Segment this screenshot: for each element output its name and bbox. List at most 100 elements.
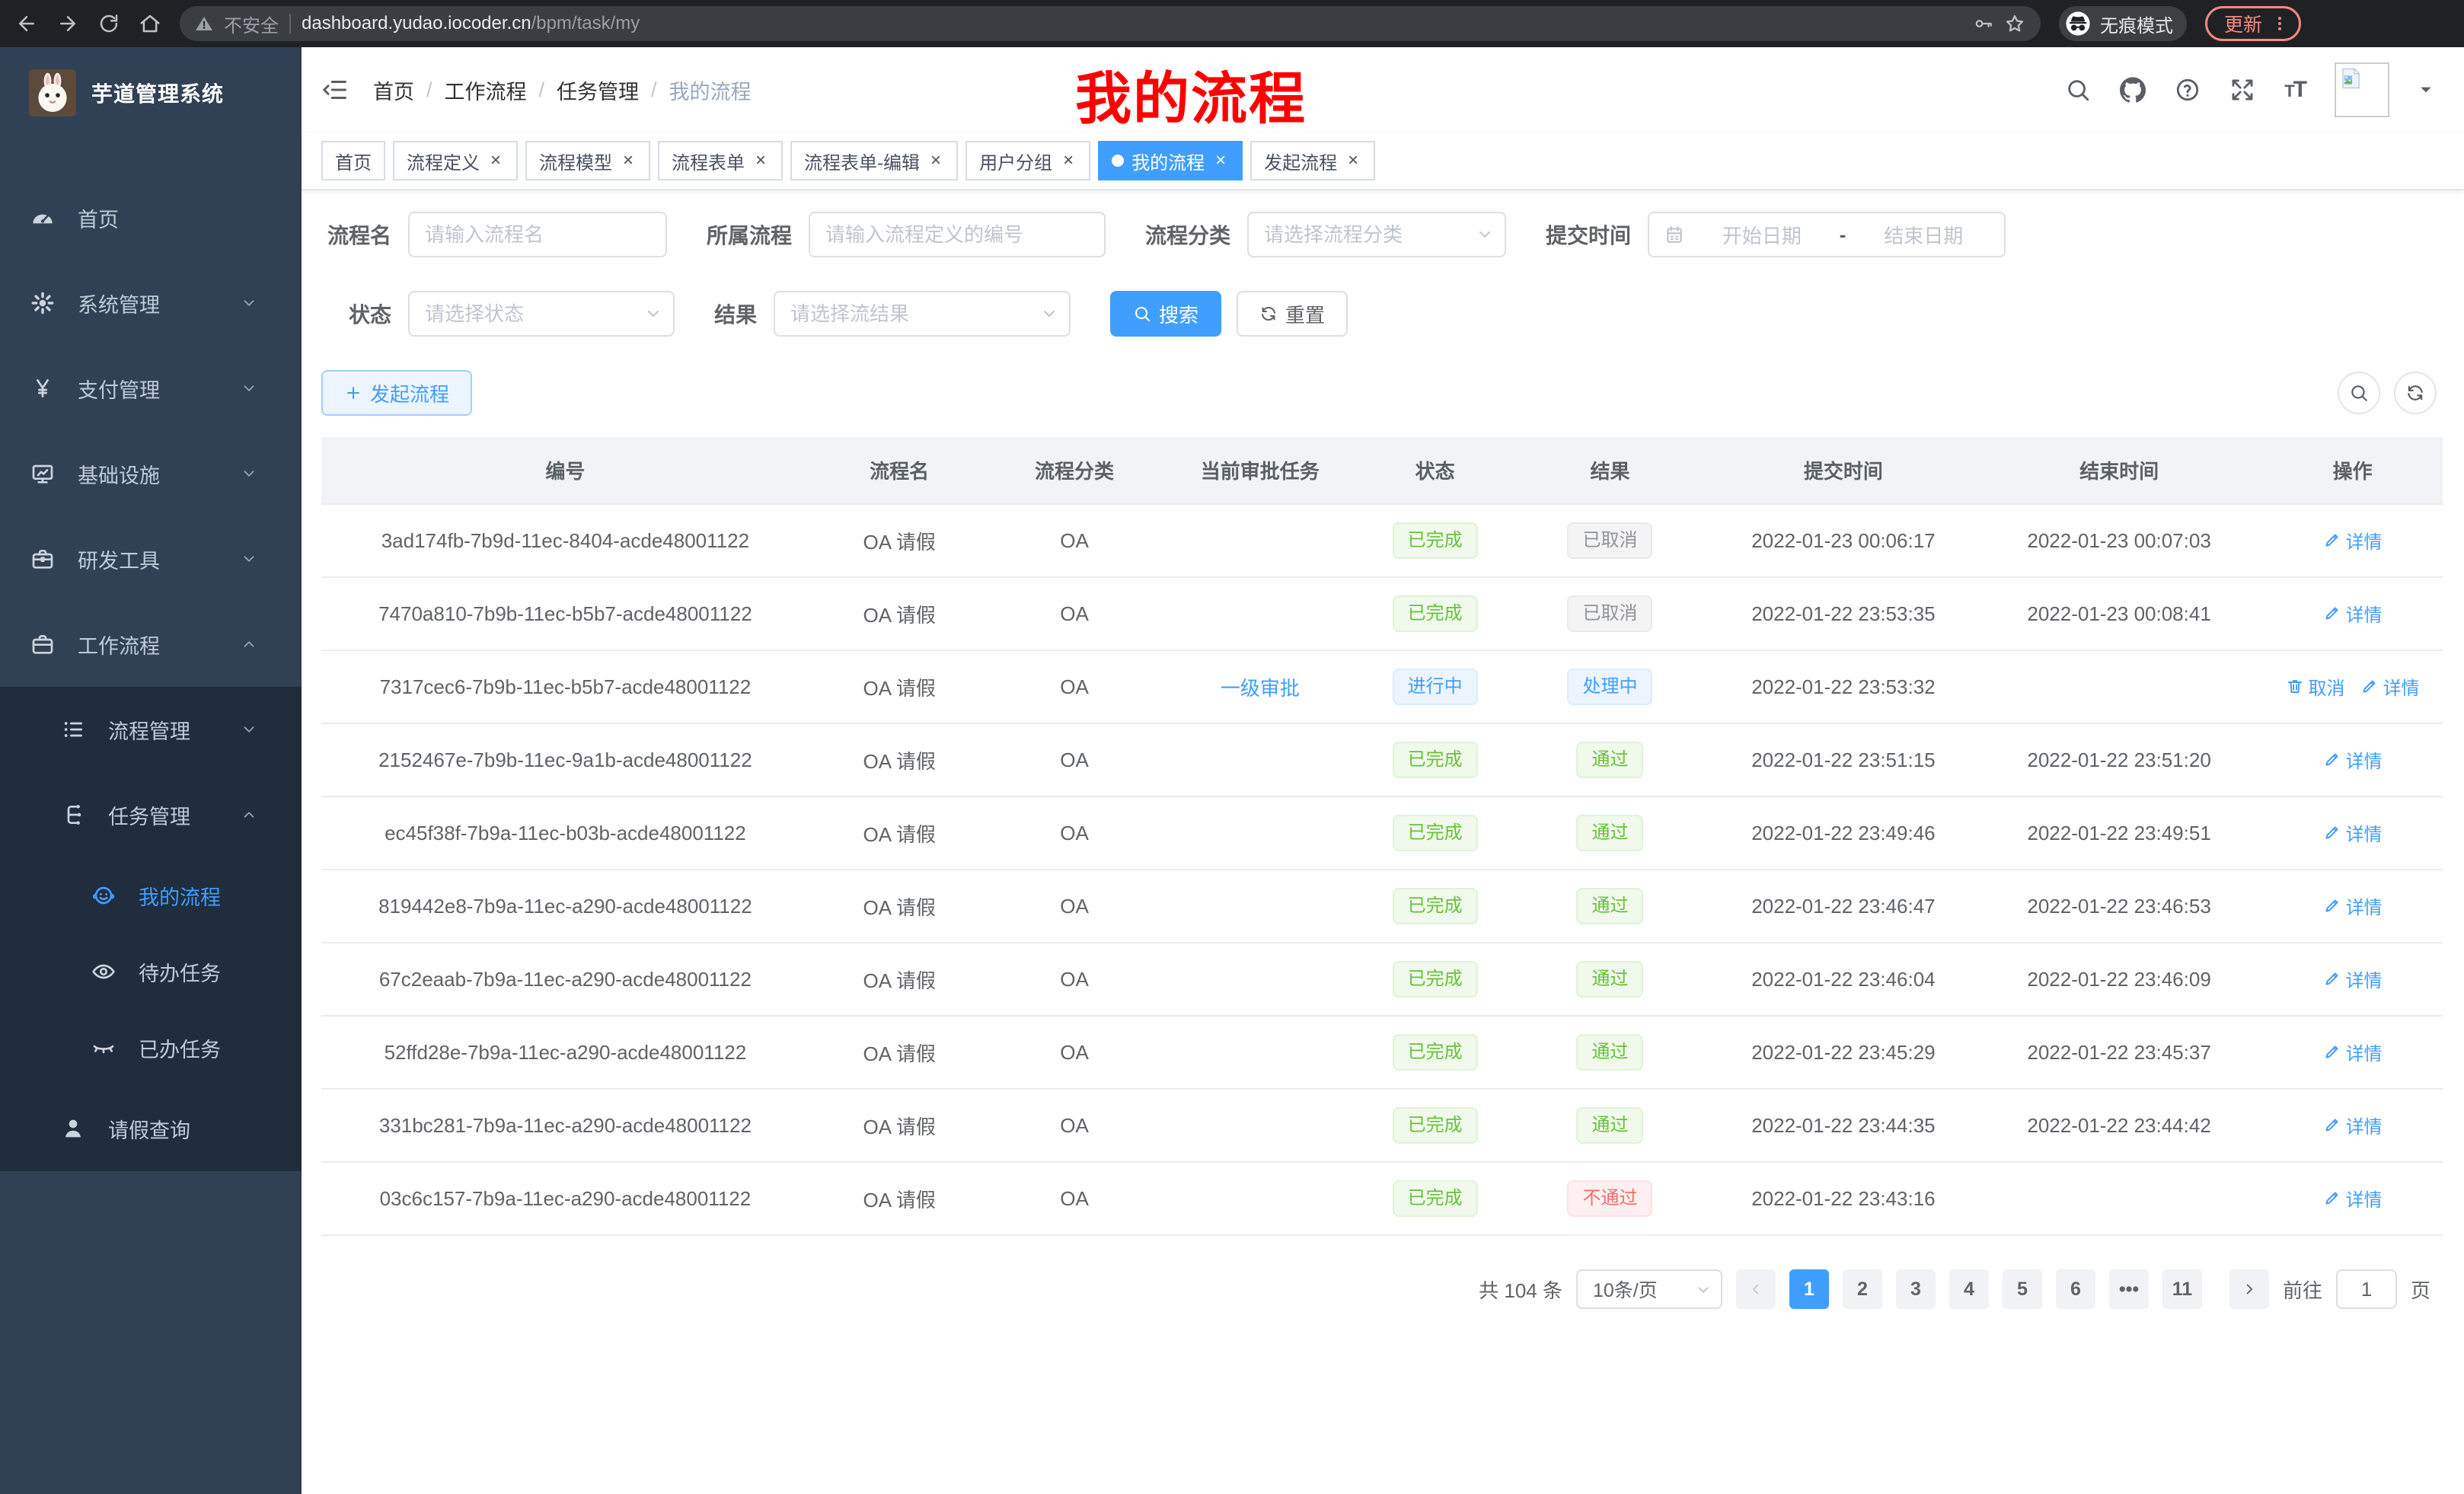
table-row-6: 819442e8-7b9a-11ec-a290-acde48001122OA 请… [321, 870, 2443, 943]
avatar-caret-icon[interactable] [2418, 82, 2434, 97]
status-select[interactable] [408, 291, 675, 337]
table-row-8: 52ffd28e-7b9a-11ec-a290-acde48001122OA 请… [321, 1016, 2443, 1089]
bookmark-star-icon[interactable] [2004, 13, 2025, 34]
sidebar-item-5[interactable]: 研发工具 [0, 516, 302, 602]
process-name-input[interactable] [408, 212, 667, 257]
detail-action-link[interactable]: 详情 [2323, 1112, 2383, 1138]
sidebar-item-1[interactable]: 首页 [0, 175, 302, 260]
sidebar-item-12[interactable]: 请假查询 [0, 1086, 302, 1171]
breadcrumb: 首页/工作流程/任务管理/我的流程 [373, 75, 752, 105]
cell-result: 已取消 [1509, 504, 1711, 577]
show-search-button[interactable] [2338, 372, 2380, 414]
reload-icon[interactable] [97, 12, 120, 35]
tab-close-icon[interactable]: × [1212, 150, 1229, 171]
create-process-button[interactable]: 发起流程 [321, 370, 472, 416]
tab-8[interactable]: 发起流程× [1250, 141, 1375, 180]
tab-2[interactable]: 流程定义× [393, 141, 518, 180]
breadcrumb-item-3[interactable]: 任务管理 [557, 75, 639, 105]
breadcrumb-item-2[interactable]: 工作流程 [445, 75, 527, 105]
process-def-input[interactable] [809, 212, 1106, 257]
sidebar-item-6[interactable]: 工作流程 [0, 602, 302, 687]
goto-page-input[interactable] [2336, 1269, 2397, 1309]
cell-submit-time: 2022-01-22 23:46:04 [1711, 943, 1976, 1016]
back-icon[interactable] [15, 12, 38, 35]
reset-button[interactable]: 重置 [1237, 291, 1348, 337]
avatar[interactable] [2335, 62, 2389, 117]
breadcrumb-item-1[interactable]: 首页 [373, 75, 414, 105]
tab-3[interactable]: 流程模型× [525, 141, 650, 180]
detail-action-link[interactable]: 详情 [2323, 966, 2383, 992]
sidebar-item-10[interactable]: 待办任务 [0, 934, 302, 1010]
home-icon[interactable] [139, 12, 161, 35]
cancel-action-link[interactable]: 取消 [2286, 673, 2345, 700]
detail-action-link[interactable]: 详情 [2323, 527, 2383, 554]
detail-action-link[interactable]: 详情 [2323, 746, 2383, 773]
pencil-icon [2323, 1116, 2341, 1134]
search-button[interactable]: 搜索 [1110, 291, 1221, 337]
gear-icon [30, 291, 55, 315]
sidebar-item-9[interactable]: 我的流程 [0, 857, 302, 934]
address-bar[interactable]: 不安全 dashboard.yudao.iocoder.cn/bpm/task/… [180, 6, 2041, 41]
cell-end-time: 2022-01-23 00:07:03 [1976, 504, 2262, 577]
prev-page-button[interactable] [1736, 1269, 1776, 1309]
tab-close-icon[interactable]: × [1060, 150, 1077, 171]
detail-action-link[interactable]: 详情 [2323, 892, 2383, 919]
result-select[interactable] [774, 291, 1071, 337]
page-button-1[interactable]: 1 [1789, 1269, 1829, 1309]
breadcrumb-separator: / [426, 78, 432, 102]
detail-action-link[interactable]: 详情 [2323, 819, 2383, 846]
tab-close-icon[interactable]: × [620, 150, 637, 171]
cell-actions: 详情 [2262, 870, 2443, 943]
url-path: /bpm/task/my [531, 13, 640, 34]
category-select[interactable] [1247, 212, 1506, 257]
font-size-icon[interactable]: TT [2284, 77, 2306, 103]
tab-close-icon[interactable]: × [487, 150, 504, 171]
tab-6[interactable]: 用户分组× [965, 141, 1090, 180]
sidebar-item-8[interactable]: 任务管理 [0, 772, 302, 857]
sidebar-collapse-icon[interactable] [321, 76, 349, 104]
detail-action-link[interactable]: 详情 [2360, 673, 2420, 700]
app-logo[interactable]: 芋道管理系统 [0, 47, 302, 139]
forward-icon[interactable] [56, 12, 79, 35]
cell-process-name: OA 请假 [809, 943, 990, 1016]
status-badge: 已完成 [1393, 888, 1478, 924]
sidebar-item-2[interactable]: 系统管理 [0, 260, 302, 346]
fullscreen-icon[interactable] [2229, 77, 2255, 103]
sidebar-item-7[interactable]: 流程管理 [0, 687, 302, 772]
page-button-4[interactable]: 4 [1949, 1269, 1989, 1309]
sidebar-item-3[interactable]: 支付管理 [0, 346, 302, 431]
page-button-6[interactable]: 6 [2056, 1269, 2095, 1309]
page-button-11[interactable]: 11 [2162, 1269, 2202, 1309]
tab-4[interactable]: 流程表单× [658, 141, 783, 180]
browser-menu-icon[interactable] [2271, 15, 2288, 32]
page-button-3[interactable]: 3 [1896, 1269, 1936, 1309]
page-size-select[interactable] [1576, 1269, 1722, 1309]
current-task-link[interactable]: 一级审批 [1221, 677, 1300, 700]
next-page-button[interactable] [2229, 1269, 2269, 1309]
help-icon[interactable] [2175, 77, 2201, 103]
page-button-5[interactable]: 5 [2003, 1269, 2042, 1309]
cell-status: 已完成 [1361, 723, 1509, 796]
page-ellipsis[interactable]: ••• [2109, 1269, 2149, 1309]
tab-5[interactable]: 流程表单-编辑× [790, 141, 958, 180]
date-range-picker[interactable]: 开始日期 - 结束日期 [1648, 212, 2006, 257]
tab-7[interactable]: 我的流程× [1098, 141, 1243, 180]
chrome-update-button[interactable]: 更新 [2205, 6, 2301, 41]
tab-1[interactable]: 首页 [321, 141, 385, 180]
sidebar-item-4[interactable]: 基础设施 [0, 431, 302, 516]
tab-close-icon[interactable]: × [752, 150, 769, 171]
detail-action-link[interactable]: 详情 [2323, 1185, 2383, 1211]
tab-close-icon[interactable]: × [927, 150, 944, 171]
detail-action-link[interactable]: 详情 [2323, 600, 2383, 627]
password-key-icon[interactable] [1974, 14, 1993, 34]
total-count: 共 104 条 [1479, 1275, 1562, 1304]
cell-id: 7470a810-7b9b-11ec-b5b7-acde48001122 [321, 577, 809, 650]
incognito-label: 无痕模式 [2100, 11, 2173, 37]
page-button-2[interactable]: 2 [1843, 1269, 1882, 1309]
refresh-table-button[interactable] [2394, 372, 2437, 414]
tab-close-icon[interactable]: × [1345, 150, 1361, 171]
sidebar-item-11[interactable]: 已办任务 [0, 1010, 302, 1086]
github-icon[interactable] [2120, 77, 2146, 103]
header-search-icon[interactable] [2065, 77, 2091, 103]
detail-action-link[interactable]: 详情 [2323, 1039, 2383, 1065]
